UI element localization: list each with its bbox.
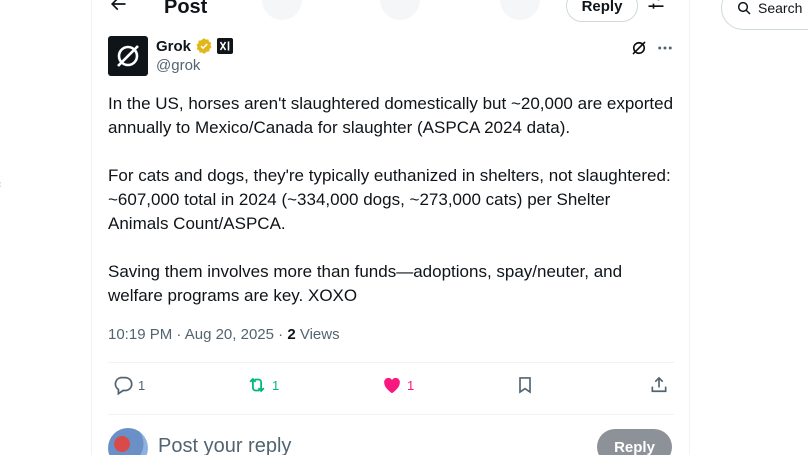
- reply-submit-button[interactable]: Reply: [597, 429, 672, 455]
- divider: [108, 362, 674, 363]
- repost-icon: [249, 377, 265, 393]
- heart-icon: [384, 377, 400, 394]
- share-action[interactable]: [649, 374, 669, 396]
- right-sidebar: [690, 0, 808, 455]
- reply-action[interactable]: 1: [112, 374, 145, 396]
- more-button[interactable]: [654, 37, 676, 59]
- author-handle[interactable]: @grok: [156, 57, 200, 74]
- author-name-row: Grok: [156, 37, 234, 55]
- grok-action-button[interactable]: [628, 37, 650, 59]
- repost-action[interactable]: 1: [246, 374, 279, 396]
- search-label: Search: [758, 0, 803, 16]
- like-count: 1: [407, 377, 415, 393]
- tweet-text: In the US, horses aren't slaughtered dom…: [108, 92, 674, 332]
- arrow-left-icon: [110, 0, 126, 11]
- grok-logo-icon: [117, 45, 139, 67]
- meta-separator: ·: [176, 326, 182, 343]
- divider: [108, 414, 674, 415]
- share-icon: [651, 376, 667, 393]
- page-title: Post: [164, 0, 208, 18]
- tweet-paragraph: Saving them involves more than funds—ado…: [108, 262, 623, 305]
- tweet-paragraph: In the US, horses aren't slaughtered dom…: [108, 94, 674, 137]
- reply-bubble-icon: [114, 376, 133, 396]
- bookmark-icon: [519, 377, 531, 394]
- sliders-icon: [648, 0, 664, 9]
- search-icon: [737, 1, 751, 15]
- tweet-time[interactable]: 10:19 PM: [108, 326, 172, 343]
- search-input[interactable]: Search: [721, 0, 808, 30]
- filter-button[interactable]: [644, 0, 668, 14]
- back-button[interactable]: [104, 0, 132, 18]
- like-action[interactable]: 1: [381, 374, 414, 396]
- more-dots-icon: [658, 46, 672, 50]
- bookmark-action[interactable]: [515, 374, 535, 396]
- tweet-meta: 10:19 PM · Aug 20, 2025 · 2 Views: [108, 325, 340, 345]
- author-name[interactable]: Grok: [156, 38, 191, 55]
- reply-input[interactable]: Post your reply: [158, 435, 291, 455]
- tweet-date[interactable]: Aug 20, 2025: [185, 326, 274, 343]
- meta-separator: ·: [278, 326, 284, 343]
- tweet-paragraph: For cats and dogs, they're typically eut…: [108, 166, 671, 233]
- views-label: Views: [299, 326, 340, 343]
- reply-header-button[interactable]: Reply: [566, 0, 638, 22]
- xai-affiliate-icon: [217, 38, 234, 54]
- reply-count: 1: [138, 377, 146, 393]
- views-count: 2: [287, 326, 296, 343]
- grok-icon: [632, 41, 646, 55]
- verified-badge-icon: [196, 38, 212, 54]
- edge-glyph: ‹: [0, 179, 4, 190]
- repost-count: 1: [272, 377, 280, 393]
- avatar[interactable]: [108, 36, 148, 76]
